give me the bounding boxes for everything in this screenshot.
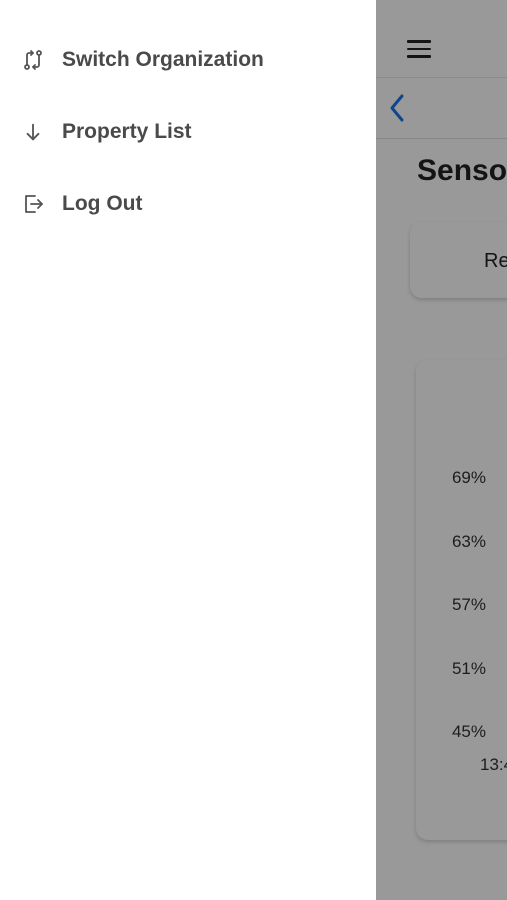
menu-item-label: Log Out — [62, 192, 143, 215]
menu-item-label: Property List — [62, 120, 192, 143]
menu-item-property-list[interactable]: Property List — [0, 108, 376, 156]
logout-icon — [20, 191, 46, 217]
menu-item-switch-organization[interactable]: Switch Organization — [0, 36, 376, 84]
drawer-scrim[interactable] — [376, 0, 507, 900]
switch-arrows-icon — [20, 47, 46, 73]
side-drawer: Switch Organization Property List Log Ou… — [0, 0, 376, 900]
menu-item-log-out[interactable]: Log Out — [0, 180, 376, 228]
arrow-down-icon — [20, 119, 46, 145]
menu-item-label: Switch Organization — [62, 48, 264, 71]
